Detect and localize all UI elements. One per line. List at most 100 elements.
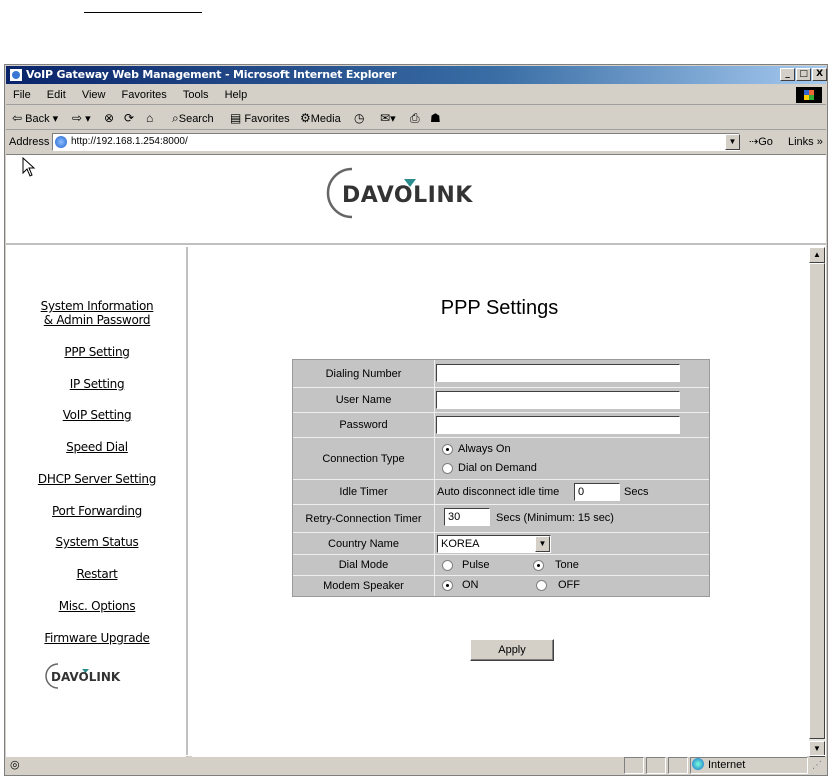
history-button[interactable]: ◷ <box>354 106 364 131</box>
internet-globe-icon <box>692 758 704 770</box>
go-button[interactable]: ⇢Go <box>749 131 773 153</box>
forward-arrow-icon: ⇨ <box>72 111 83 125</box>
dial-on-demand-label: Dial on Demand <box>458 462 537 474</box>
speaker-on-label: ON <box>462 579 479 591</box>
pulse-radio[interactable] <box>442 560 453 571</box>
scroll-thumb[interactable] <box>809 263 825 739</box>
row-country-name: Country Name KOREA ▼ <box>293 533 709 555</box>
maximize-button[interactable]: □ <box>796 68 811 81</box>
mail-dropdown-icon[interactable]: ▾ <box>390 113 396 125</box>
home-icon: ⌂ <box>146 111 154 125</box>
content-frame: PPP Settings Dialing Number User Name Pa… <box>192 247 807 757</box>
menu-view[interactable]: View <box>82 89 106 101</box>
forward-button[interactable]: ⇨ ▾ <box>72 106 91 131</box>
scroll-up-button[interactable]: ▲ <box>809 247 825 263</box>
stop-button[interactable]: ⊗ <box>104 106 114 131</box>
nav-dhcp-server-setting[interactable]: DHCP Server Setting <box>6 472 188 486</box>
tone-radio[interactable] <box>533 560 544 571</box>
row-connection-type: Connection Type Always On Dial on Demand <box>293 438 709 480</box>
row-user-name: User Name <box>293 388 709 413</box>
speaker-on-radio[interactable] <box>442 580 453 591</box>
menu-favorites[interactable]: Favorites <box>122 89 167 101</box>
vertical-scrollbar[interactable]: ▲ ▼ <box>809 247 825 757</box>
close-button[interactable]: X <box>812 68 827 81</box>
row-retry-connection-timer: Retry-Connection Timer Secs (Minimum: 15… <box>293 505 709 533</box>
retry-timer-unit: Secs (Minimum: 15 sec) <box>496 512 614 524</box>
print-button[interactable]: ⎙ <box>410 106 420 131</box>
nav-system-information[interactable]: System Information <box>6 299 188 313</box>
user-name-label: User Name <box>293 388 435 412</box>
media-button[interactable]: ⚙Media <box>300 106 341 131</box>
nav-speed-dial[interactable]: Speed Dial <box>6 440 188 454</box>
top-underline-decoration <box>84 12 202 13</box>
search-label: Search <box>178 113 214 125</box>
chevron-down-icon[interactable]: ▼ <box>535 536 550 552</box>
resize-grip-icon[interactable]: ⋰ <box>812 756 822 775</box>
row-dialing-number: Dialing Number <box>293 360 709 388</box>
nav-system-status[interactable]: System Status <box>6 535 188 549</box>
search-button[interactable]: ⌕Search <box>172 106 214 131</box>
nav-port-forwarding[interactable]: Port Forwarding <box>6 504 188 518</box>
idle-timer-prefix: Auto disconnect idle time <box>437 486 560 498</box>
history-icon: ◷ <box>354 111 365 125</box>
menu-edit[interactable]: Edit <box>47 89 66 101</box>
security-zone: Internet <box>692 756 745 775</box>
menu-help[interactable]: Help <box>225 89 248 101</box>
messenger-button[interactable]: ☗ <box>430 106 441 131</box>
address-label: Address <box>9 136 50 148</box>
favorites-button[interactable]: ▤ Favorites <box>230 106 290 131</box>
password-label: Password <box>293 413 435 437</box>
idle-timer-input[interactable] <box>574 483 620 501</box>
back-dropdown-icon[interactable]: ▾ <box>53 113 59 125</box>
speaker-off-radio[interactable] <box>536 580 547 591</box>
menu-bar: File Edit View Favorites Tools Help <box>6 85 826 105</box>
user-name-input[interactable] <box>436 391 680 409</box>
always-on-radio[interactable] <box>442 444 453 455</box>
title-bar[interactable]: VoIP Gateway Web Management - Microsoft … <box>6 66 827 84</box>
row-password: Password <box>293 413 709 438</box>
dial-mode-label: Dial Mode <box>293 555 435 575</box>
back-button[interactable]: ⇦ Back ▾ <box>12 106 58 131</box>
country-name-label: Country Name <box>293 533 435 554</box>
country-name-value: KOREA <box>441 538 480 550</box>
search-icon: ⌕ <box>172 111 179 125</box>
nav-firmware-upgrade[interactable]: Firmware Upgrade <box>6 631 188 645</box>
address-url: http://192.168.1.254:8000/ <box>71 136 188 147</box>
country-name-select[interactable]: KOREA ▼ <box>437 535 551 553</box>
nav-ppp-setting[interactable]: PPP Setting <box>6 345 188 359</box>
ie-app-icon[interactable] <box>9 68 23 82</box>
window-title: VoIP Gateway Web Management - Microsoft … <box>26 68 397 81</box>
minimize-button[interactable]: _ <box>780 68 795 81</box>
refresh-button[interactable]: ⟳ <box>124 106 134 131</box>
menu-tools[interactable]: Tools <box>183 89 209 101</box>
browser-viewport: DAVOLINK System Information & Admin Pass… <box>6 154 826 757</box>
nav-admin-password[interactable]: & Admin Password <box>6 313 188 327</box>
links-label: Links <box>788 136 814 148</box>
forward-dropdown-icon[interactable]: ▾ <box>85 113 91 125</box>
dial-on-demand-radio[interactable] <box>442 463 453 474</box>
row-idle-timer: Idle Timer Auto disconnect idle time Sec… <box>293 480 709 505</box>
ppp-settings-table: Dialing Number User Name Password Connec… <box>292 359 710 597</box>
banner-frame: DAVOLINK <box>6 155 826 245</box>
mail-button[interactable]: ✉▾ <box>380 106 396 131</box>
nav-voip-setting[interactable]: VoIP Setting <box>6 408 188 422</box>
password-input[interactable] <box>436 416 680 434</box>
home-button[interactable]: ⌂ <box>146 106 153 131</box>
page-icon <box>55 136 67 148</box>
go-label: Go <box>758 136 773 148</box>
links-button[interactable]: Links » <box>788 131 823 153</box>
retry-timer-label: Retry-Connection Timer <box>293 505 435 532</box>
address-input[interactable]: http://192.168.1.254:8000/ <box>52 133 740 151</box>
davolink-logo: DAVOLINK <box>326 167 473 219</box>
media-icon: ⚙ <box>300 111 311 125</box>
davolink-small-logo: DAVOLINK <box>45 663 121 689</box>
address-dropdown-button[interactable]: ▼ <box>725 134 740 150</box>
nav-misc-options[interactable]: Misc. Options <box>6 599 188 613</box>
dialing-number-input[interactable] <box>436 364 680 382</box>
retry-timer-input[interactable] <box>444 508 490 526</box>
nav-ip-setting[interactable]: IP Setting <box>6 377 188 391</box>
apply-button[interactable]: Apply <box>470 639 554 661</box>
nav-restart[interactable]: Restart <box>6 567 188 581</box>
windows-logo-icon <box>796 87 822 103</box>
menu-file[interactable]: File <box>13 89 31 101</box>
